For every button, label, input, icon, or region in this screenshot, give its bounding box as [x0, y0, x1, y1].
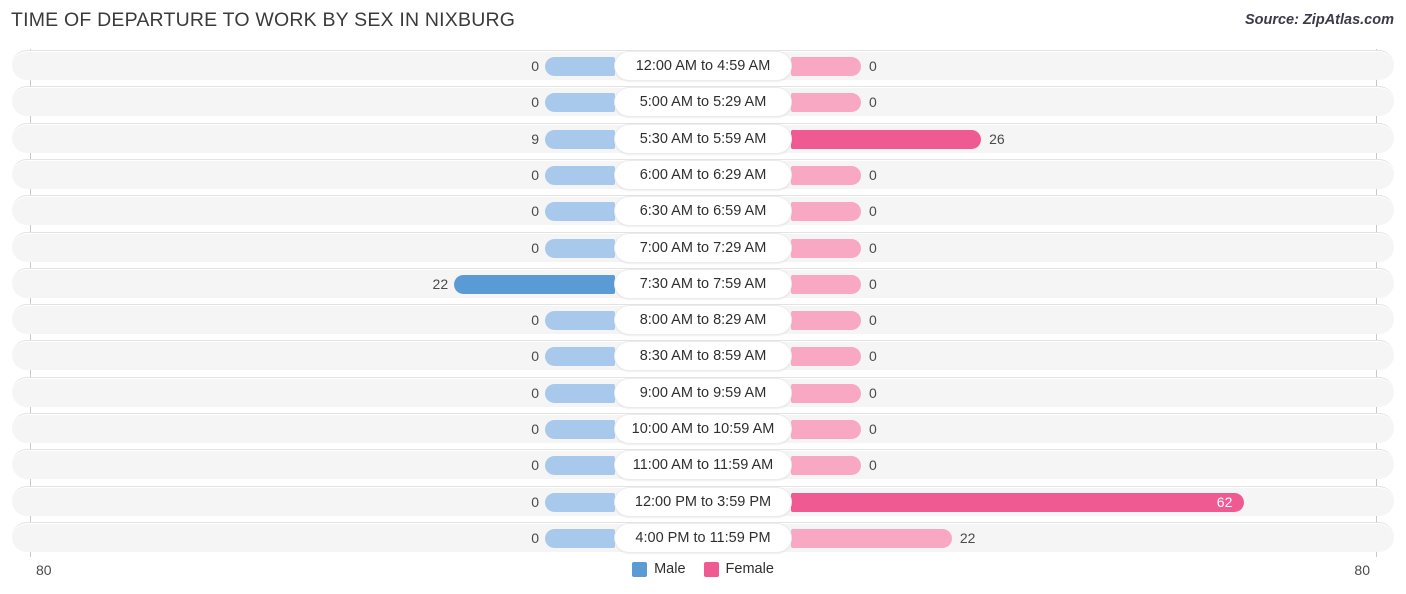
bar-female[interactable]	[791, 129, 982, 149]
bar-male[interactable]	[545, 383, 615, 403]
chart-row: 0 0 7:00 AM to 7:29 AM	[12, 231, 1394, 262]
category-label: 4:00 PM to 11:59 PM	[615, 523, 791, 552]
bar-value-female: 0	[869, 457, 877, 474]
bar-female[interactable]	[791, 311, 861, 331]
bar-male[interactable]	[545, 420, 615, 439]
chart-row: 0 0 6:00 AM to 6:29 AM	[12, 158, 1394, 189]
bar-female[interactable]	[791, 202, 861, 222]
bar-male[interactable]	[545, 238, 615, 258]
bar-male[interactable]	[545, 202, 615, 222]
category-label: 11:00 AM to 11:59 AM	[615, 451, 791, 480]
category-label: 6:30 AM to 6:59 AM	[615, 197, 791, 226]
bar-female[interactable]	[791, 165, 861, 185]
bar-value-female: 0	[869, 94, 877, 111]
bar-value-female: 0	[869, 166, 877, 183]
bar-value-female: 0	[869, 421, 877, 437]
bar-male[interactable]	[454, 274, 615, 294]
bar-value-female: 0	[869, 58, 877, 74]
chart-row: 0 0 6:30 AM to 6:59 AM	[12, 195, 1394, 226]
category-label: 10:00 AM to 10:59 AM	[615, 415, 791, 443]
bar-value-female: 0	[869, 239, 877, 256]
legend-label-female: Female	[725, 561, 774, 577]
source-attribution: Source: ZipAtlas.com	[1244, 12, 1394, 28]
category-label: 12:00 AM to 4:59 AM	[615, 52, 791, 80]
chart-header: TIME OF DEPARTURE TO WORK BY SEX IN NIXB…	[0, 0, 1406, 44]
bar-male[interactable]	[545, 93, 615, 113]
bar-value-male: 0	[531, 203, 539, 220]
bar-value-female: 0	[869, 348, 877, 365]
legend-swatch-female	[703, 561, 719, 577]
bar-male[interactable]	[545, 492, 615, 512]
bar-value-male: 0	[531, 421, 539, 437]
bar-female[interactable]	[791, 383, 861, 403]
category-label: 8:30 AM to 8:59 AM	[615, 342, 791, 371]
bar-female[interactable]	[791, 492, 1245, 512]
bar-male[interactable]	[545, 347, 615, 367]
chart-row: 0 0 12:00 AM to 4:59 AM	[12, 50, 1394, 80]
bar-female[interactable]	[791, 238, 861, 258]
category-label: 6:00 AM to 6:29 AM	[615, 160, 791, 189]
chart-row: 0 0 8:00 AM to 8:29 AM	[12, 304, 1394, 335]
chart-row: 0 22 4:00 PM to 11:59 PM	[12, 521, 1394, 552]
category-label: 12:00 PM to 3:59 PM	[615, 487, 791, 516]
bar-value-female: 0	[869, 203, 877, 220]
chart-plot-area: 0 0 12:00 AM to 4:59 AM 0 0 5:00 AM to 5:29 A…	[0, 49, 1406, 557]
chart-row: 0 0 5:00 AM to 5:29 AM	[12, 86, 1394, 117]
bar-value-male: 0	[531, 166, 539, 183]
bar-female[interactable]	[791, 528, 952, 548]
bar-value-male: 0	[531, 384, 539, 401]
chart-row: 22 0 7:30 AM to 7:59 AM	[12, 267, 1394, 298]
bar-value-male: 0	[531, 529, 539, 546]
bar-value-female: 0	[869, 312, 877, 329]
bar-value-male: 0	[531, 312, 539, 329]
page-title: TIME OF DEPARTURE TO WORK BY SEX IN NIXB…	[11, 9, 516, 31]
bar-female[interactable]	[791, 420, 861, 439]
legend-item-female[interactable]: Female	[703, 561, 774, 577]
bar-female[interactable]	[791, 347, 861, 367]
bar-female[interactable]	[791, 93, 861, 113]
category-label: 5:30 AM to 5:59 AM	[615, 124, 791, 153]
chart-row: 0 0 9:00 AM to 9:59 AM	[12, 376, 1394, 407]
category-label: 7:30 AM to 7:59 AM	[615, 269, 791, 298]
chart-row: 0 0 8:30 AM to 8:59 AM	[12, 340, 1394, 371]
bar-value-male: 0	[531, 94, 539, 111]
legend-swatch-male	[632, 561, 648, 577]
bar-value-male: 0	[531, 457, 539, 474]
bar-value-female: 62	[1216, 493, 1233, 510]
bar-male[interactable]	[545, 165, 615, 185]
bar-value-male: 9	[531, 130, 539, 147]
bar-value-female: 26	[989, 130, 1005, 147]
bar-value-female: 0	[869, 275, 877, 292]
bar-male[interactable]	[545, 456, 615, 476]
bar-male[interactable]	[545, 311, 615, 331]
legend-label-male: Male	[654, 561, 686, 577]
chart-row: 9 26 5:30 AM to 5:59 AM	[12, 122, 1394, 153]
category-label: 9:00 AM to 9:59 AM	[615, 378, 791, 407]
legend-item-male[interactable]: Male	[632, 561, 686, 577]
bar-value-male: 0	[531, 348, 539, 365]
bar-female[interactable]	[791, 274, 861, 294]
chart-legend: Male Female	[0, 561, 1406, 577]
bar-value-male: 0	[531, 58, 539, 74]
chart-row: 0 62 12:00 PM to 3:59 PM	[12, 485, 1394, 516]
bar-value-female: 22	[959, 529, 976, 546]
bar-male[interactable]	[545, 528, 615, 548]
bar-value-male: 22	[432, 275, 449, 292]
chart-row: 0 0 10:00 AM to 10:59 AM	[12, 413, 1394, 443]
bar-male[interactable]	[545, 57, 615, 76]
bar-female[interactable]	[791, 57, 861, 76]
bar-value-male: 0	[531, 239, 539, 256]
category-label: 8:00 AM to 8:29 AM	[615, 306, 791, 335]
bar-value-female: 0	[869, 384, 877, 401]
bar-female[interactable]	[791, 456, 861, 476]
category-label: 7:00 AM to 7:29 AM	[615, 233, 791, 262]
chart-footer: 80 80 Male Female	[0, 557, 1406, 594]
chart-row: 0 0 11:00 AM to 11:59 AM	[12, 449, 1394, 480]
bar-male[interactable]	[545, 129, 615, 149]
bar-value-male: 0	[531, 493, 539, 510]
category-label: 5:00 AM to 5:29 AM	[615, 88, 791, 117]
